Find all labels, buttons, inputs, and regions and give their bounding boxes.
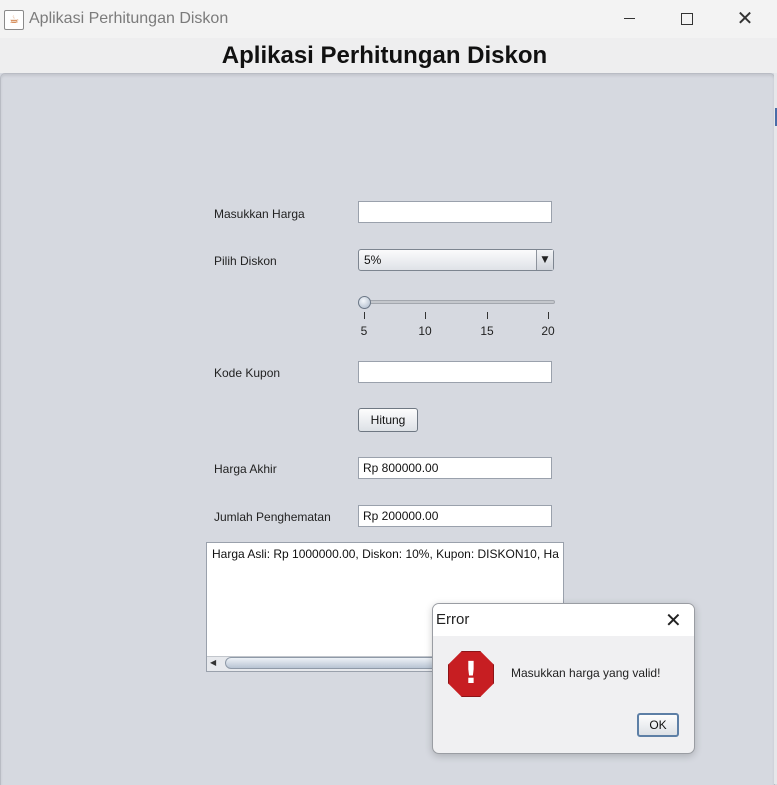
diskon-slider-track[interactable] xyxy=(361,300,555,304)
kupon-input[interactable] xyxy=(358,361,552,383)
error-dialog: Error ✕ ! Masukkan harga yang valid! OK xyxy=(432,603,695,754)
diskon-select[interactable]: 5% ▼ xyxy=(358,249,554,271)
minimize-button[interactable] xyxy=(600,0,658,38)
close-icon: ✕ xyxy=(736,6,754,30)
harga-akhir-field[interactable]: Rp 800000.00 xyxy=(358,457,552,479)
slider-tick xyxy=(364,312,365,319)
dialog-close-icon[interactable]: ✕ xyxy=(665,608,682,632)
harga-label: Masukkan Harga xyxy=(214,207,305,221)
maximize-icon xyxy=(681,12,693,25)
slider-tick-label: 20 xyxy=(541,324,555,338)
window-titlebar[interactable]: ☕ Aplikasi Perhitungan Diskon ✕ xyxy=(0,0,777,39)
slider-tick xyxy=(487,312,488,319)
dialog-title: Error xyxy=(436,611,470,628)
output-text: Harga Asli: Rp 1000000.00, Diskon: 10%, … xyxy=(212,547,559,561)
harga-input[interactable] xyxy=(358,201,552,223)
hemat-label: Jumlah Penghematan xyxy=(214,510,331,524)
diskon-select-value: 5% xyxy=(364,253,382,267)
exclamation-icon: ! xyxy=(464,656,478,691)
slider-tick xyxy=(425,312,426,319)
hemat-field[interactable]: Rp 200000.00 xyxy=(358,505,552,527)
dialog-titlebar[interactable]: Error ✕ xyxy=(433,604,694,636)
close-button[interactable]: ✕ xyxy=(716,0,774,38)
page-title: Aplikasi Perhitungan Diskon xyxy=(221,42,548,69)
heading-band: Aplikasi Perhitungan Diskon xyxy=(0,38,777,73)
java-cup-icon: ☕ xyxy=(4,10,24,30)
dropdown-arrow-icon[interactable]: ▼ xyxy=(536,250,553,270)
dialog-message: Masukkan harga yang valid! xyxy=(511,666,661,680)
kupon-label: Kode Kupon xyxy=(214,366,281,380)
diskon-label: Pilih Diskon xyxy=(214,254,277,268)
minimize-icon xyxy=(623,18,635,19)
hitung-button[interactable]: Hitung xyxy=(358,408,418,432)
slider-tick-label: 10 xyxy=(418,324,432,338)
harga-akhir-label: Harga Akhir xyxy=(214,462,277,476)
ok-button[interactable]: OK xyxy=(637,713,679,737)
slider-tick xyxy=(548,312,549,319)
scroll-left-arrow-icon[interactable]: ◀ xyxy=(210,658,216,667)
slider-tick-label: 15 xyxy=(480,324,494,338)
maximize-button[interactable] xyxy=(658,0,716,38)
window-title: Aplikasi Perhitungan Diskon xyxy=(29,10,229,27)
slider-tick-label: 5 xyxy=(360,324,368,338)
diskon-slider-thumb[interactable] xyxy=(357,296,371,309)
